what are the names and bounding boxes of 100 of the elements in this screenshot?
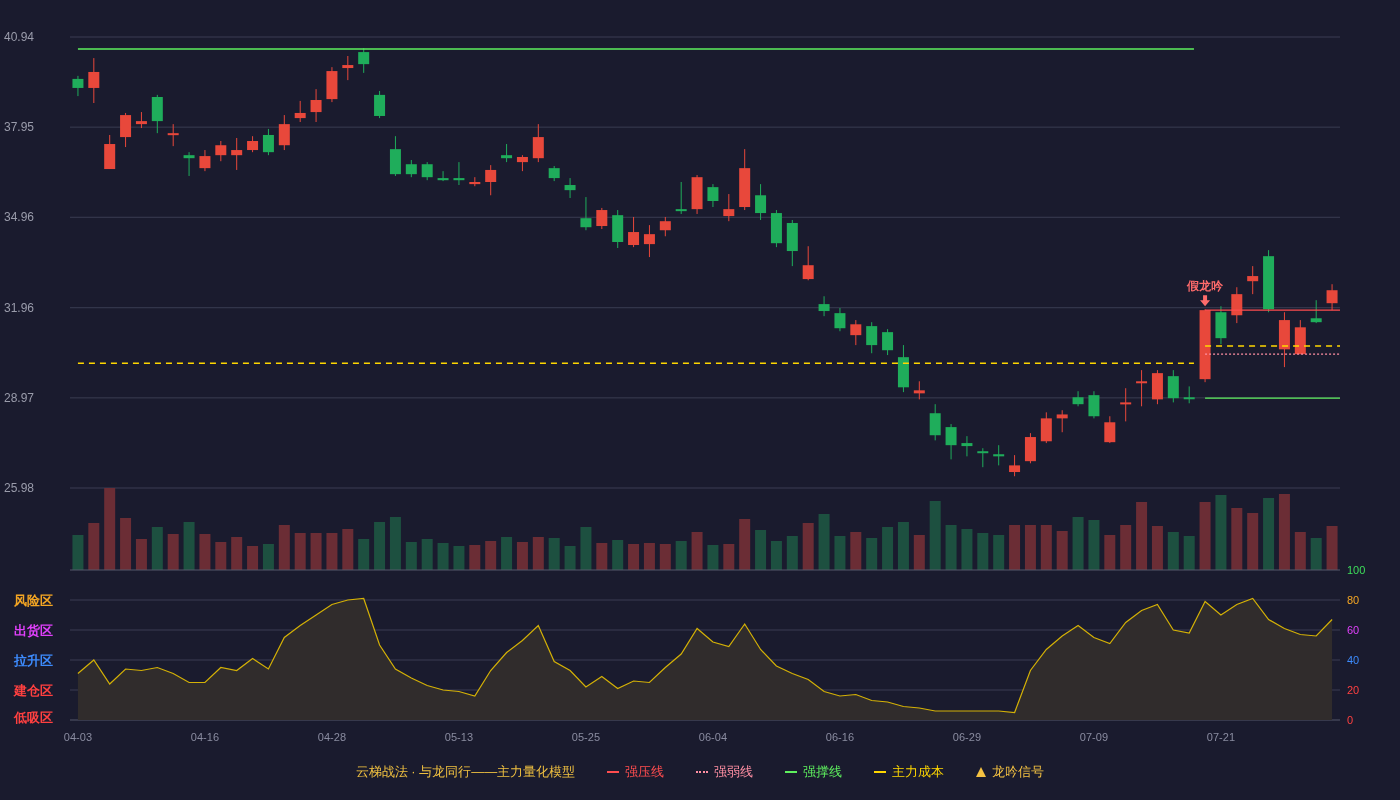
candlestick — [564, 177, 576, 199]
candlestick — [977, 447, 989, 468]
candlestick — [278, 114, 290, 151]
axis-label: 0 — [1347, 714, 1354, 726]
candlestick — [1056, 409, 1068, 433]
candlestick — [1231, 286, 1243, 324]
axis-label: 07-21 — [1206, 731, 1235, 743]
axis-label: 60 — [1347, 624, 1360, 636]
legend-title: 云梯战法 · 与龙同行——主力量化模型 — [355, 763, 576, 782]
candlestick — [135, 111, 147, 129]
candlestick — [1136, 369, 1148, 407]
candlestick — [104, 134, 116, 170]
axis-label: 20 — [1347, 684, 1360, 696]
axis-label: 06-16 — [825, 731, 854, 743]
candlestick — [72, 75, 84, 97]
candlestick — [501, 143, 513, 163]
candlestick — [659, 216, 671, 237]
axis-label: 31.96 — [4, 300, 35, 315]
candlestick — [628, 216, 640, 248]
candlestick — [1278, 311, 1290, 368]
candlestick — [1167, 369, 1179, 403]
candlestick — [532, 123, 544, 163]
candlestick — [548, 165, 560, 182]
legend-label: 主力成本 — [892, 763, 945, 782]
candlestick — [88, 57, 100, 104]
candlestick — [1326, 283, 1338, 311]
axis-label: 40 — [1347, 654, 1360, 666]
axis-label: 25.98 — [4, 481, 35, 495]
candlestick — [1310, 299, 1322, 324]
legend-label: 强撑线 — [803, 763, 843, 782]
candlestick — [707, 183, 719, 208]
candlestick — [1040, 411, 1052, 444]
axis-label: 80 — [1347, 594, 1360, 606]
candlestick — [580, 196, 592, 231]
candlestick — [1009, 454, 1021, 477]
candlestick — [215, 140, 227, 162]
candlestick — [1104, 415, 1116, 444]
candlestick — [1183, 385, 1195, 404]
zone-label: 拉升区 — [14, 653, 53, 668]
axis-label: 06-04 — [698, 731, 727, 743]
candlestick — [643, 224, 655, 258]
candlestick — [310, 88, 322, 123]
candlestick — [802, 245, 814, 281]
candlestick — [358, 47, 370, 74]
candlestick — [120, 112, 132, 148]
candlestick — [755, 183, 767, 221]
axis-label: 37.95 — [4, 120, 35, 135]
candlestick — [247, 135, 259, 153]
candlestick — [739, 148, 751, 211]
candlestick — [786, 219, 798, 267]
axis-label: 40.94 — [4, 30, 35, 44]
candlestick — [1024, 432, 1036, 464]
candlestick — [850, 319, 862, 346]
zone-label: 低吸区 — [14, 710, 53, 725]
candlestick — [897, 344, 909, 393]
down-arrow-icon — [1200, 295, 1211, 307]
legend-label: 龙吟信号 — [992, 763, 1045, 782]
candlestick — [485, 164, 497, 196]
candlestick — [882, 328, 894, 356]
candlestick — [262, 128, 274, 156]
candlestick — [1088, 390, 1100, 419]
legend-label: 强弱线 — [714, 763, 754, 782]
axis-label: 05-25 — [571, 731, 600, 743]
axis-label: 100 — [1347, 564, 1366, 576]
candlestick — [675, 181, 687, 215]
axis-label: 28.97 — [4, 390, 35, 405]
candlestick — [326, 66, 338, 103]
candlestick — [1263, 249, 1275, 313]
signal-label: 假龙吟 — [1187, 279, 1224, 294]
candlestick — [199, 149, 211, 172]
candlestick — [1294, 319, 1306, 355]
candlestick — [993, 444, 1005, 466]
candlestick — [405, 159, 417, 178]
candlestick — [818, 295, 830, 317]
candlestick — [516, 154, 528, 172]
candlestick — [294, 100, 306, 123]
candlestick — [612, 209, 624, 249]
candlestick — [596, 207, 608, 230]
zone-label: 出货区 — [14, 623, 53, 638]
candlestick — [1215, 305, 1227, 345]
axis-label: 04-28 — [317, 731, 346, 743]
candlestick — [151, 94, 163, 134]
candlestick — [342, 55, 354, 81]
candlestick — [469, 176, 481, 187]
axis-label: 34.96 — [4, 210, 35, 225]
candlestick — [834, 307, 846, 332]
axis-label: 07-09 — [1079, 731, 1108, 743]
candlestick — [421, 161, 433, 181]
zone-label: 建仓区 — [14, 683, 53, 698]
axis-label: 04-16 — [190, 731, 219, 743]
zone-label: 风险区 — [14, 593, 53, 608]
candlestick — [866, 321, 878, 354]
legend-label: 强压线 — [625, 763, 665, 782]
candlestick — [453, 161, 465, 186]
candlestick — [374, 90, 386, 119]
candlestick — [231, 137, 243, 171]
candlestick — [929, 403, 941, 441]
axis-label: 05-13 — [444, 731, 473, 743]
candlestick — [1247, 265, 1259, 295]
candlestick — [183, 151, 195, 177]
